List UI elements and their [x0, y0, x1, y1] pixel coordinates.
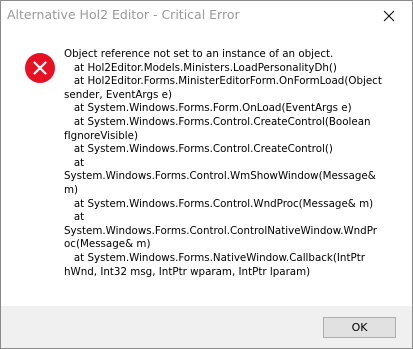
ok-button[interactable]: OK: [323, 317, 396, 338]
error-message-line: at System.Windows.Forms.Control.CreateCo…: [64, 143, 333, 156]
error-message-line: at: [64, 156, 85, 169]
error-message-line: at System.Windows.Forms.NativeWindow.Cal…: [64, 251, 365, 264]
error-message-line: oc(Message& m): [64, 238, 151, 251]
dialog-content: Object reference not set to an instance …: [1, 31, 412, 306]
error-message-line: System.Windows.Forms.Control.WmShowWindo…: [64, 170, 376, 183]
error-message-line: Object reference not set to an instance …: [64, 48, 334, 60]
window-title: Alternative Hol2 Editor - Critical Error: [7, 7, 240, 22]
error-message-line: at Hol2Editor.Forms.MinisterEditorForm.O…: [64, 75, 382, 88]
dialog-footer: OK: [1, 306, 412, 348]
title-bar[interactable]: Alternative Hol2 Editor - Critical Error: [1, 1, 412, 31]
error-icon: [25, 53, 55, 83]
error-message-line: at System.Windows.Forms.Control.CreateCo…: [64, 115, 371, 128]
error-message-line: at Hol2Editor.Models.Ministers.LoadPerso…: [64, 61, 337, 74]
error-message-line: at System.Windows.Forms.Control.WndProc(…: [64, 197, 374, 210]
error-message-line: fIgnoreVisible): [64, 129, 139, 142]
close-icon: [383, 10, 395, 22]
error-message-line: at System.Windows.Forms.Form.OnLoad(Even…: [64, 102, 352, 115]
error-message-line: at: [64, 211, 85, 224]
error-message-line: sender, EventArgs e): [64, 88, 172, 101]
error-message-line: hWnd, Int32 msg, IntPtr wparam, IntPtr l…: [64, 265, 311, 278]
error-dialog-window: Alternative Hol2 Editor - Critical Error…: [0, 0, 413, 349]
error-message-line: m): [64, 183, 79, 196]
close-button[interactable]: [366, 1, 412, 31]
error-message-line: System.Windows.Forms.Control.ControlNati…: [64, 224, 377, 237]
error-message: Object reference not set to an instance …: [64, 48, 404, 279]
